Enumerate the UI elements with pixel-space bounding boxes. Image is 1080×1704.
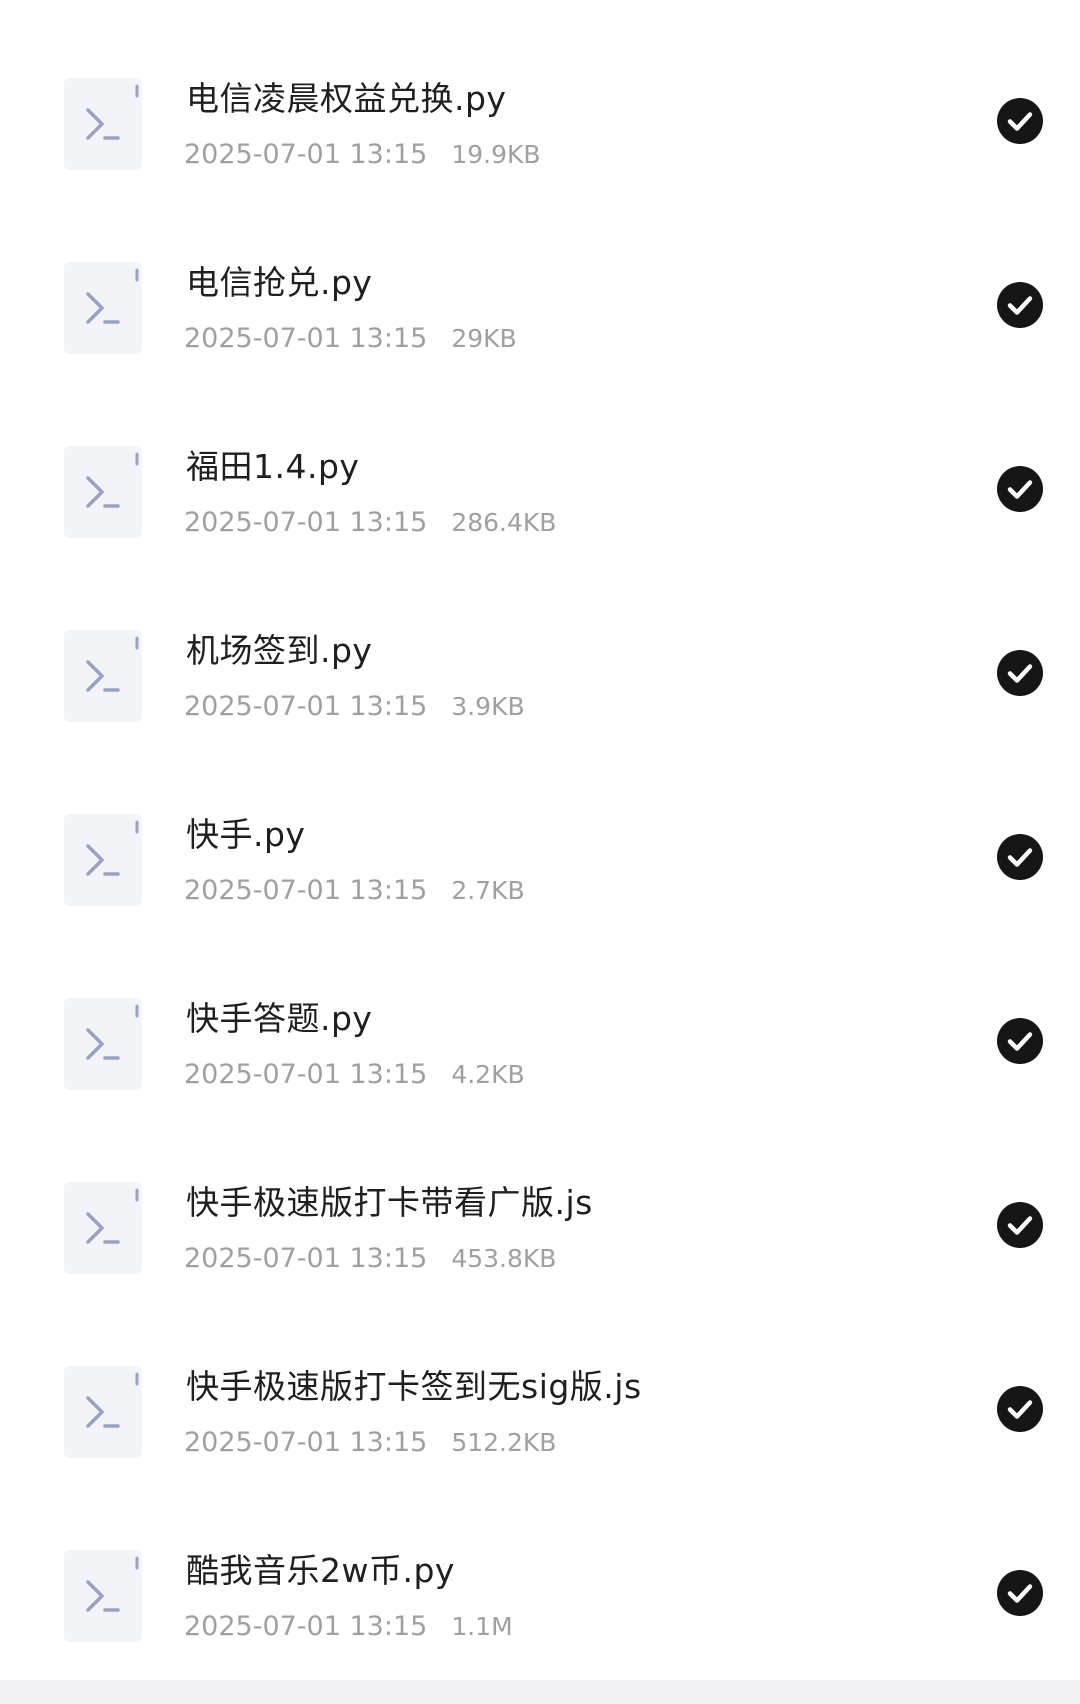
file-size: 453.8KB: [451, 1244, 557, 1273]
selected-check-icon[interactable]: [997, 1386, 1043, 1432]
file-row[interactable]: 酷我音乐2w币.py 2025-07-01 13:15 1.1M: [0, 1502, 1080, 1686]
file-date: 2025-07-01 13:15: [184, 1427, 428, 1458]
selected-check-icon[interactable]: [997, 282, 1043, 328]
file-date: 2025-07-01 13:15: [184, 1243, 428, 1274]
selected-check-icon[interactable]: [997, 466, 1043, 512]
bottom-bar: [0, 1680, 1080, 1704]
file-row[interactable]: 福田1.4.py 2025-07-01 13:15 286.4KB: [0, 398, 1080, 582]
file-name: 酷我音乐2w币.py: [186, 1551, 455, 1590]
terminal-file-icon: [64, 814, 142, 906]
file-size: 29KB: [451, 324, 517, 353]
file-row[interactable]: 电信凌晨权益兑换.py 2025-07-01 13:15 19.9KB: [0, 30, 1080, 214]
terminal-file-icon: [64, 1550, 142, 1642]
file-name: 快手.py: [186, 815, 306, 854]
file-date: 2025-07-01 13:15: [184, 323, 428, 354]
file-date: 2025-07-01 13:15: [184, 139, 428, 170]
file-name: 电信抢兑.py: [186, 263, 373, 302]
file-size: 286.4KB: [451, 508, 557, 537]
file-name: 电信凌晨权益兑换.py: [186, 79, 507, 118]
selected-check-icon[interactable]: [997, 1018, 1043, 1064]
file-date: 2025-07-01 13:15: [184, 875, 428, 906]
file-size: 19.9KB: [451, 140, 541, 169]
file-list: 电信凌晨权益兑换.py 2025-07-01 13:15 19.9KB 电信抢兑.…: [0, 0, 1080, 1680]
selected-check-icon[interactable]: [997, 650, 1043, 696]
file-meta: 2025-07-01 13:15 4.2KB: [184, 1058, 525, 1092]
file-meta: 2025-07-01 13:15 2.7KB: [184, 874, 525, 908]
file-name: 快手答题.py: [186, 999, 373, 1038]
file-meta: 2025-07-01 13:15 1.1M: [184, 1610, 513, 1644]
file-meta: 2025-07-01 13:15 19.9KB: [184, 138, 541, 172]
file-row[interactable]: 电信抢兑.py 2025-07-01 13:15 29KB: [0, 214, 1080, 398]
file-row[interactable]: 快手极速版打卡带看广版.js 2025-07-01 13:15 453.8KB: [0, 1134, 1080, 1318]
terminal-file-icon: [64, 1366, 142, 1458]
file-date: 2025-07-01 13:15: [184, 1611, 428, 1642]
file-meta: 2025-07-01 13:15 3.9KB: [184, 690, 525, 724]
file-date: 2025-07-01 13:15: [184, 507, 428, 538]
file-size: 512.2KB: [451, 1428, 557, 1457]
terminal-file-icon: [64, 262, 142, 354]
selected-check-icon[interactable]: [997, 1570, 1043, 1616]
file-row[interactable]: 快手极速版打卡签到无sig版.js 2025-07-01 13:15 512.2K…: [0, 1318, 1080, 1502]
terminal-file-icon: [64, 446, 142, 538]
file-meta: 2025-07-01 13:15 286.4KB: [184, 506, 556, 540]
file-name: 福田1.4.py: [186, 447, 360, 486]
file-size: 1.1M: [451, 1612, 513, 1641]
file-name: 机场签到.py: [186, 631, 373, 670]
file-date: 2025-07-01 13:15: [184, 691, 428, 722]
file-row[interactable]: 快手.py 2025-07-01 13:15 2.7KB: [0, 766, 1080, 950]
terminal-file-icon: [64, 998, 142, 1090]
file-size: 3.9KB: [451, 692, 525, 721]
file-size: 2.7KB: [451, 876, 525, 905]
file-size: 4.2KB: [451, 1060, 525, 1089]
selected-check-icon[interactable]: [997, 834, 1043, 880]
selected-check-icon[interactable]: [997, 1202, 1043, 1248]
terminal-file-icon: [64, 78, 142, 170]
selected-check-icon[interactable]: [997, 98, 1043, 144]
file-date: 2025-07-01 13:15: [184, 1059, 428, 1090]
file-meta: 2025-07-01 13:15 512.2KB: [184, 1426, 556, 1460]
terminal-file-icon: [64, 1182, 142, 1274]
file-row[interactable]: 快手答题.py 2025-07-01 13:15 4.2KB: [0, 950, 1080, 1134]
terminal-file-icon: [64, 630, 142, 722]
file-name: 快手极速版打卡签到无sig版.js: [186, 1367, 642, 1406]
file-name: 快手极速版打卡带看广版.js: [186, 1183, 593, 1222]
file-row[interactable]: 机场签到.py 2025-07-01 13:15 3.9KB: [0, 582, 1080, 766]
file-meta: 2025-07-01 13:15 453.8KB: [184, 1242, 556, 1276]
file-meta: 2025-07-01 13:15 29KB: [184, 322, 517, 356]
